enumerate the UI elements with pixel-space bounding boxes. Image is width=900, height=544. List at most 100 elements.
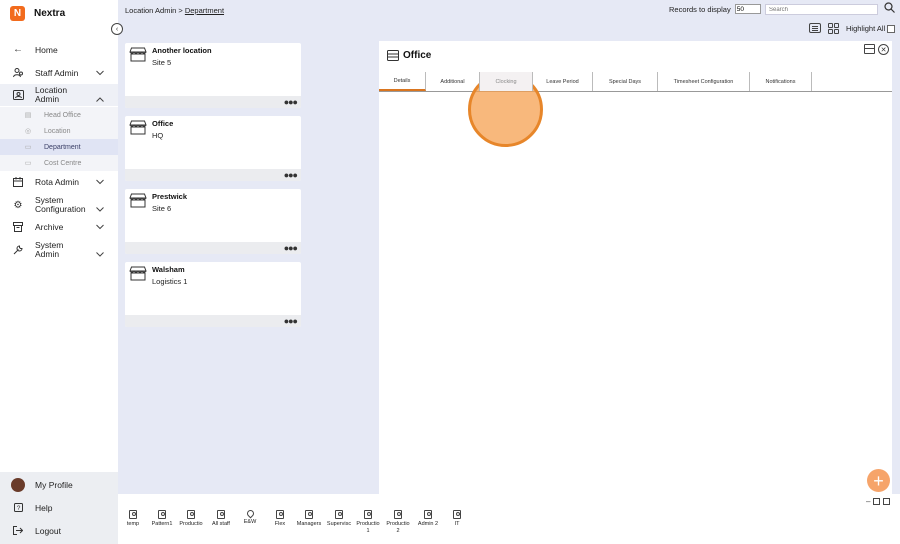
- highlight-all-checkbox[interactable]: [887, 24, 896, 33]
- more-icon[interactable]: ●●●: [284, 97, 298, 107]
- staff-group-item[interactable]: Flex: [265, 510, 295, 527]
- sidebar-subitem-location[interactable]: ◎ Location: [0, 123, 118, 139]
- staff-group-item[interactable]: E&W: [235, 508, 265, 525]
- grid-view-icon[interactable]: [828, 23, 839, 34]
- sidebar-item-system-admin[interactable]: System Admin: [0, 239, 118, 261]
- arrow-left-icon: ←: [13, 44, 23, 55]
- tab-timesheet-configuration[interactable]: Timesheet Configuration: [658, 72, 750, 91]
- sidebar-item-label: Location Admin: [35, 85, 68, 104]
- person-badge-icon: [364, 510, 372, 519]
- staff-group-label: Managers: [296, 521, 322, 527]
- sidebar-item-rota-admin[interactable]: Rota Admin: [0, 174, 118, 189]
- card-title: Another location: [152, 46, 212, 55]
- records-input[interactable]: [734, 4, 761, 14]
- minimize-icon[interactable]: –: [866, 497, 870, 506]
- person-badge-icon: [394, 510, 402, 519]
- sidebar: N Nextra ← Home Staff Admin Location Adm…: [0, 0, 118, 544]
- location-card[interactable]: Walsham Logistics 1 ●●●: [125, 262, 301, 327]
- person-badge-icon: [217, 510, 225, 519]
- close-icon[interactable]: ✕: [878, 44, 889, 55]
- highlight-all: Highlight All: [846, 24, 896, 33]
- location-card[interactable]: Another location Site 5 ●●●: [125, 43, 301, 108]
- storefront-icon: [129, 120, 147, 135]
- staff-group-label: E&W: [243, 519, 257, 525]
- staff-group-bar: temp Pattern1 Productio All staff E&W Fl…: [118, 494, 900, 544]
- sidebar-item-system-configuration[interactable]: ⚙ System Configuration: [0, 194, 118, 216]
- chevron-down-icon: [96, 177, 104, 186]
- breadcrumb: Location Admin > Department: [125, 6, 224, 15]
- staff-group-item[interactable]: Productio 1: [353, 510, 383, 535]
- staff-group-item[interactable]: IT: [442, 510, 472, 527]
- more-icon[interactable]: ●●●: [284, 243, 298, 253]
- card-footer: ●●●: [125, 96, 301, 108]
- brand[interactable]: N Nextra: [10, 6, 65, 21]
- location-card[interactable]: Prestwick Site 6 ●●●: [125, 189, 301, 254]
- tab-details[interactable]: Details: [379, 72, 426, 91]
- card-title: Office: [152, 119, 174, 128]
- my-profile-link[interactable]: My Profile: [0, 474, 118, 496]
- staff-group-label: Productio 1: [356, 521, 380, 534]
- breadcrumb-prefix: Location Admin >: [125, 6, 185, 15]
- breadcrumb-current[interactable]: Department: [185, 6, 224, 15]
- person-badge-icon: [335, 510, 343, 519]
- sidebar-subitem-department[interactable]: ▭ Department: [0, 139, 118, 155]
- collapse-sidebar-button[interactable]: ‹: [111, 23, 123, 35]
- sidebar-subitem-label: Cost Centre: [44, 159, 82, 167]
- sidebar-item-label: Home: [35, 44, 58, 55]
- help-link[interactable]: ? Help: [0, 497, 118, 519]
- card-subtitle: HQ: [152, 131, 164, 140]
- sidebar-item-home[interactable]: ← Home: [0, 42, 118, 57]
- window-icon[interactable]: [864, 44, 875, 54]
- maximize-icon[interactable]: [883, 498, 891, 505]
- add-button[interactable]: +: [867, 469, 890, 492]
- staff-group-label: Pattern1: [151, 521, 173, 527]
- staff-group-item[interactable]: Managers: [294, 510, 324, 527]
- building-icon: ▤: [24, 112, 32, 119]
- tab-leave-period[interactable]: Leave Period: [533, 72, 593, 91]
- staff-group-label: temp: [126, 521, 140, 527]
- staff-group-item[interactable]: Productio: [176, 510, 206, 527]
- avatar: [11, 478, 25, 492]
- person-badge-icon: [305, 510, 313, 519]
- sidebar-subitem-label: Department: [44, 143, 81, 151]
- id-card-icon: [12, 89, 24, 101]
- tab-additional[interactable]: Additional: [426, 72, 480, 91]
- chevron-down-icon: [96, 68, 104, 77]
- brand-name: Nextra: [34, 8, 66, 19]
- staff-group-item[interactable]: temp: [118, 510, 148, 527]
- logout-link[interactable]: Logout: [0, 520, 118, 542]
- list-view-icon[interactable]: [809, 23, 821, 33]
- card-footer: ●●●: [125, 315, 301, 327]
- sidebar-item-label: Archive: [35, 221, 64, 232]
- sidebar-subitem-head-office[interactable]: ▤ Head Office: [0, 107, 118, 123]
- sidebar-subitem-cost-centre[interactable]: ▭ Cost Centre: [0, 155, 118, 171]
- location-card[interactable]: Office HQ ●●●: [125, 116, 301, 181]
- search-icon[interactable]: [884, 2, 895, 16]
- search-input[interactable]: [765, 4, 878, 15]
- more-icon[interactable]: ●●●: [284, 316, 298, 326]
- records-to-display: Records to display: [669, 4, 761, 14]
- staff-group-label: IT: [454, 521, 460, 527]
- storefront-icon: [129, 47, 147, 62]
- sidebar-item-location-admin[interactable]: Location Admin: [0, 84, 118, 106]
- tab-clocking[interactable]: Clocking: [480, 72, 533, 91]
- calendar-icon: [12, 176, 24, 188]
- sidebar-bottom: My Profile ? Help Logout: [0, 472, 118, 544]
- card-subtitle: Site 5: [152, 58, 172, 67]
- restore-icon[interactable]: [873, 498, 881, 505]
- sidebar-item-label: System Admin: [35, 240, 64, 259]
- tab-notifications[interactable]: Notifications: [750, 72, 812, 91]
- tab-special-days[interactable]: Special Days: [593, 72, 658, 91]
- staff-group-item[interactable]: All staff: [206, 510, 236, 527]
- staff-group-item[interactable]: Pattern1: [147, 510, 177, 527]
- tab-bar: Details Additional Clocking Leave Period…: [379, 72, 892, 147]
- staff-group-item[interactable]: Productio 2: [383, 510, 413, 535]
- more-icon[interactable]: ●●●: [284, 170, 298, 180]
- staff-group-item[interactable]: Admin 2: [413, 510, 443, 527]
- sidebar-item-label: Rota Admin: [35, 176, 79, 187]
- staff-group-item[interactable]: Supervisc: [324, 510, 354, 527]
- sidebar-item-staff-admin[interactable]: Staff Admin: [0, 65, 118, 80]
- sidebar-item-archive[interactable]: Archive: [0, 219, 118, 234]
- detail-panel: Office ✕ Details Additional Clocking Lea…: [379, 41, 892, 494]
- gear-icon: ⚙: [13, 199, 23, 211]
